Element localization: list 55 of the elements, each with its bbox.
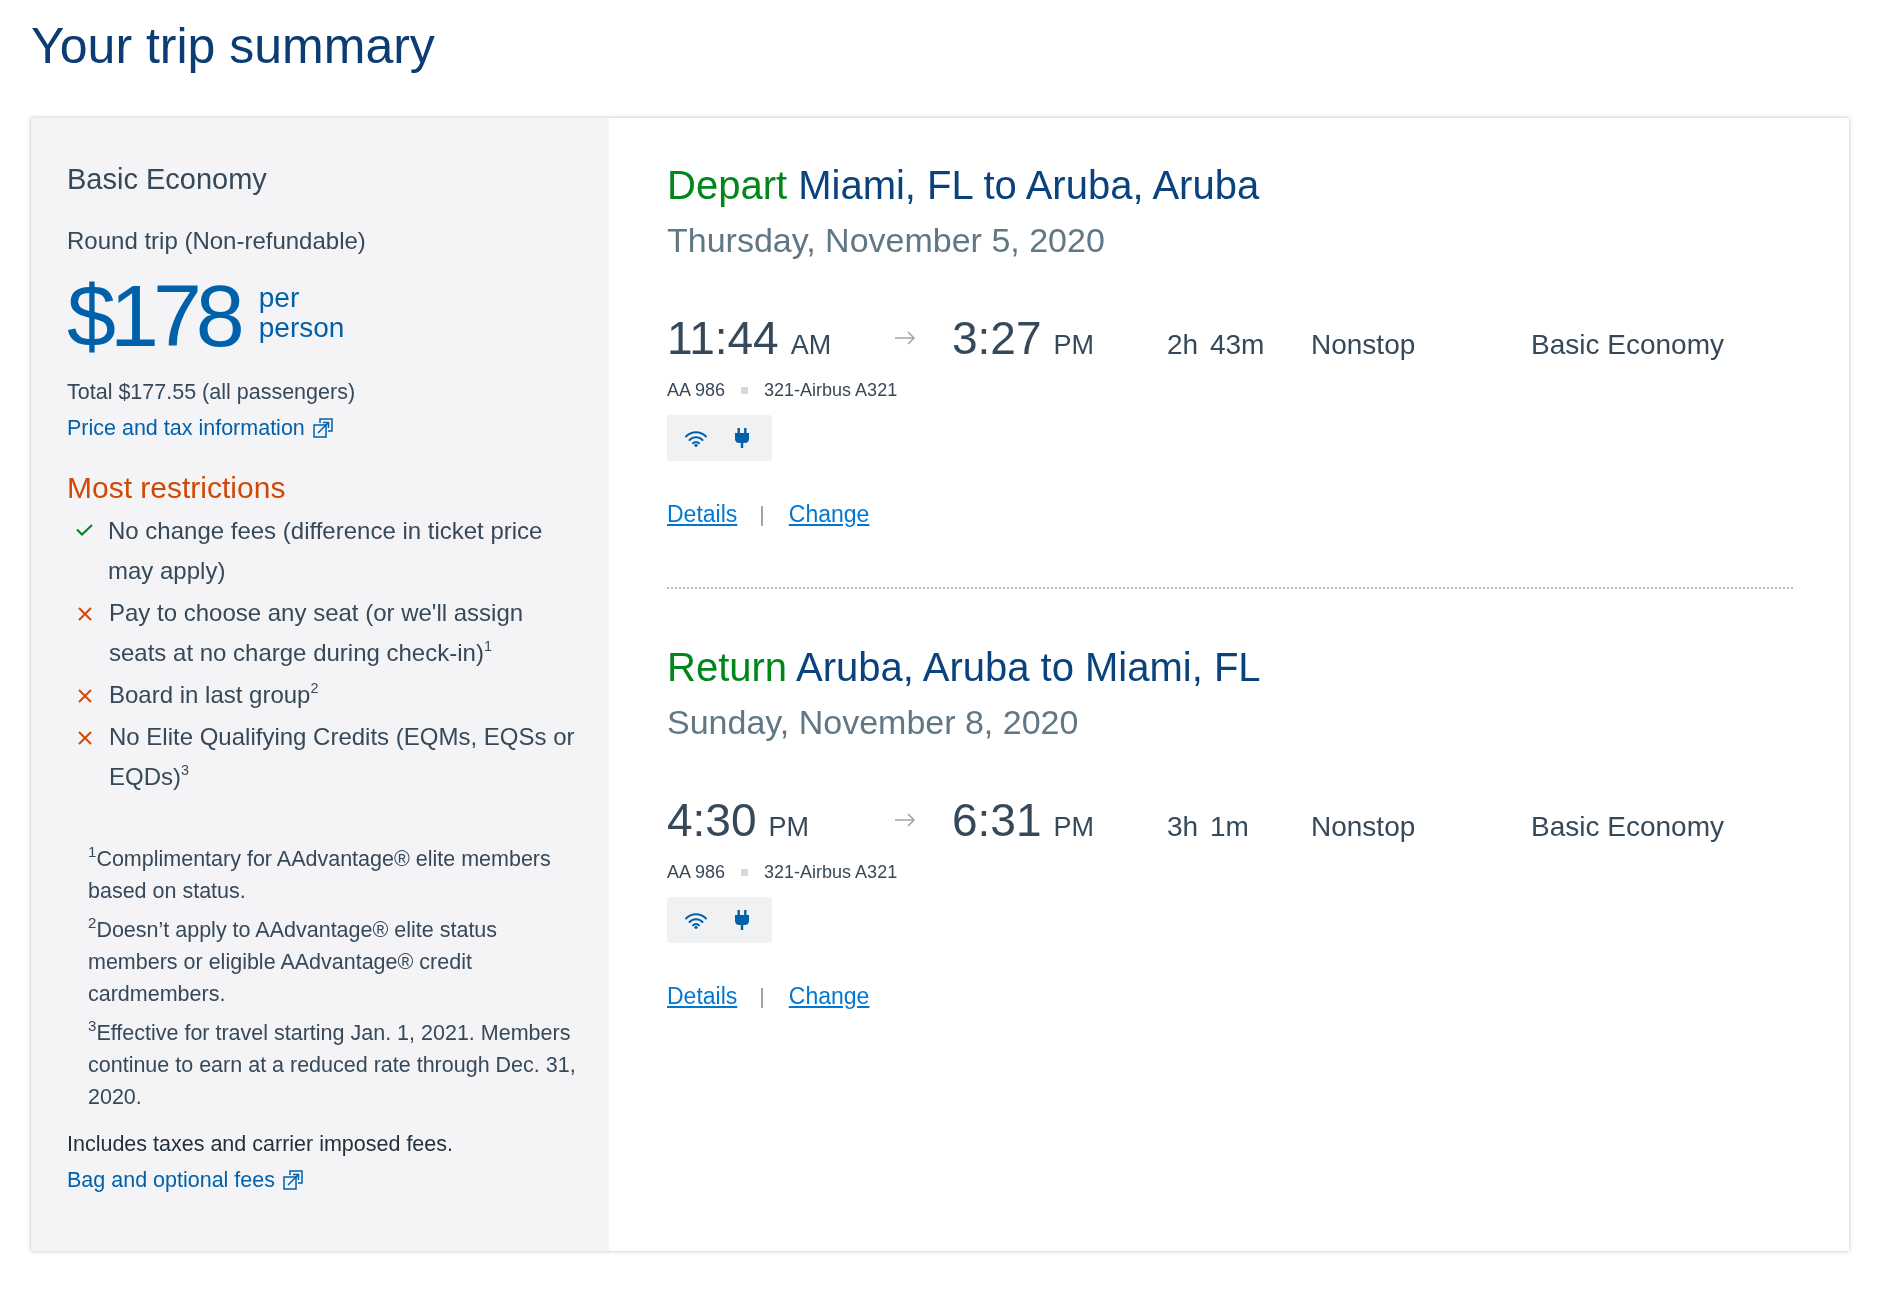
total-price: Total $177.55 (all passengers) — [67, 379, 357, 406]
arrival-time: 3:27 — [952, 311, 1042, 366]
footnote-text: $^{2}$Doesn’t apply to AAdvantage® elite status members or eligible AAdvantage® credit cardmembers. — [88, 914, 499, 1008]
departure-time: 4:30 — [667, 793, 757, 848]
cabin-label: Basic Economy — [1531, 811, 1725, 843]
flight-duration: 3h 1m — [1167, 811, 1250, 843]
cabin-label: Basic Economy — [1531, 329, 1725, 361]
restriction-text: Pay to choose any seat (or we'll assign seats at no charge during check-in)$^{1}$ — [109, 598, 525, 668]
arrival-time: 6:31 — [952, 793, 1042, 848]
arrival-period: PM — [1053, 812, 1095, 843]
fare-name: Basic Economy — [67, 162, 268, 197]
external-link-icon — [312, 418, 333, 438]
bag-fees-link[interactable]: Bag and optional fees — [67, 1165, 303, 1195]
plug-icon — [734, 428, 750, 448]
departure-time: 11:44 — [667, 311, 779, 366]
footnote-text: $^{1}$Complimentary for AAdvantage® elite members based on status. — [88, 843, 552, 905]
flight-date: Thursday, November 5, 2020 — [667, 220, 1106, 261]
stops-label: Nonstop — [1311, 811, 1417, 843]
direction-label: Return — [667, 645, 788, 689]
restriction-text: No change fees (difference in ticket price may apply) — [108, 516, 544, 586]
departure-period: PM — [768, 812, 810, 843]
price-unit: per person — [258, 283, 345, 343]
price-tax-link[interactable]: Price and tax information — [67, 413, 333, 443]
route-title: Miami, FL to Aruba, Aruba — [798, 163, 1260, 207]
flight-number: AA 986 — [667, 379, 726, 402]
wifi-icon — [684, 911, 708, 929]
restriction-text: Board in last group$^{2}$ — [109, 678, 319, 710]
arrow-icon — [894, 331, 916, 345]
details-link[interactable]: Details — [667, 499, 738, 529]
external-link-icon — [283, 1170, 303, 1190]
direction-label: Depart — [667, 163, 788, 207]
page-title: Your trip summary — [31, 17, 436, 76]
footnote-text: $^{3}$Effective for travel starting Jan. 1, 2021. Members continue to earn at a reduced rate through Dec. 31, 2020. — [88, 1017, 577, 1111]
fees-note: Includes taxes and carrier imposed fees. — [67, 1131, 454, 1158]
bullet-icon — [741, 386, 749, 394]
price-amount: $178 — [67, 272, 239, 360]
restriction-text: No Elite Qualifying Credits (EQMs, EQSs or EQDs)$^{3}$ — [109, 722, 576, 792]
aircraft-label: 321-Airbus A321 — [764, 379, 898, 402]
flight-number: AA 986 — [667, 861, 726, 884]
change-link[interactable]: Change — [788, 981, 870, 1011]
aircraft-label: 321-Airbus A321 — [764, 861, 898, 884]
change-link[interactable]: Change — [788, 499, 870, 529]
departure-period: AM — [790, 330, 832, 361]
arrival-period: PM — [1053, 330, 1095, 361]
flight-date: Sunday, November 8, 2020 — [667, 702, 1080, 743]
bullet-icon — [741, 868, 749, 876]
plug-icon — [734, 910, 750, 930]
wifi-icon — [684, 429, 708, 447]
details-link[interactable]: Details — [667, 981, 738, 1011]
restrictions-title: Most restrictions — [67, 470, 287, 506]
trip-type: Round trip (Non-refundable) — [67, 226, 367, 256]
stops-label: Nonstop — [1311, 329, 1417, 361]
arrow-icon — [894, 813, 916, 827]
route-title: Aruba, Aruba to Miami, FL — [795, 645, 1261, 689]
flight-duration: 2h 43m — [1167, 329, 1266, 361]
